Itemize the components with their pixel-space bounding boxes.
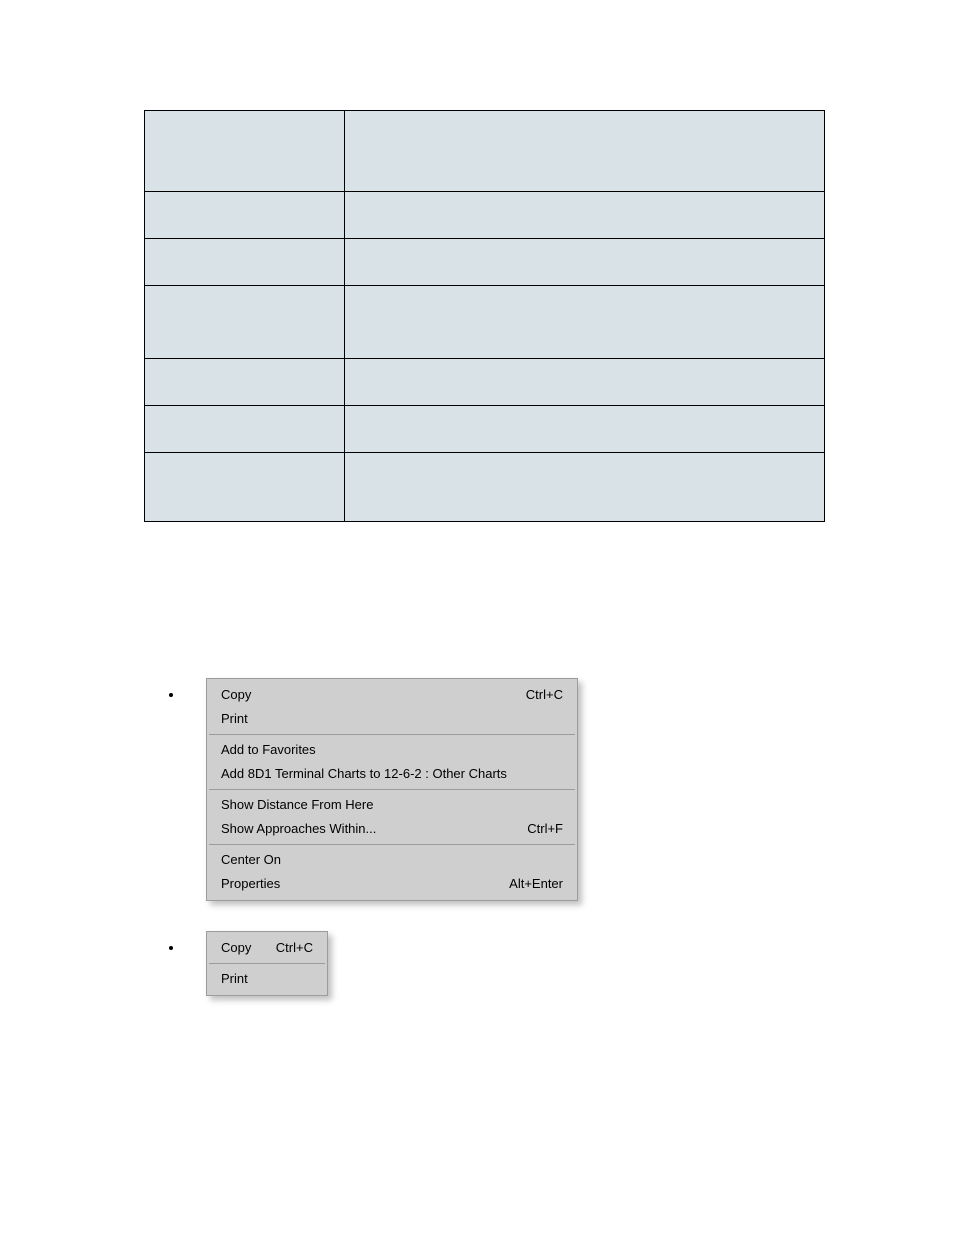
data-table xyxy=(144,110,825,522)
table-cell-left xyxy=(145,286,345,359)
table-row xyxy=(145,359,825,406)
menu-item-label: Copy xyxy=(221,686,251,704)
menu-item-label: Add 8D1 Terminal Charts to 12-6-2 : Othe… xyxy=(221,765,507,783)
table-row xyxy=(145,239,825,286)
table-row xyxy=(145,406,825,453)
menu-item-shortcut: Ctrl+C xyxy=(276,939,313,957)
menu-item-label: Center On xyxy=(221,851,281,869)
table-cell-right xyxy=(345,111,825,192)
menu-item-label: Show Approaches Within... xyxy=(221,820,376,838)
menu-item-label: Print xyxy=(221,970,248,988)
menu-item[interactable]: Copy Ctrl+C xyxy=(207,936,327,960)
data-table-body xyxy=(145,111,825,522)
table-cell-left xyxy=(145,453,345,522)
context-menu-large[interactable]: Copy Ctrl+C Print Add to Favorites Add 8D1 T… xyxy=(206,678,578,901)
menu-item-label: Properties xyxy=(221,875,280,893)
menu-item[interactable]: Show Distance From Here xyxy=(207,793,577,817)
menu-item[interactable]: Center On xyxy=(207,848,577,872)
menu-separator xyxy=(209,734,575,735)
table-cell-left xyxy=(145,111,345,192)
table-row xyxy=(145,286,825,359)
menu-item-label: Copy xyxy=(221,939,251,957)
menu-separator xyxy=(209,789,575,790)
table-cell-left xyxy=(145,359,345,406)
menu-separator xyxy=(209,844,575,845)
menu-item-shortcut: Ctrl+C xyxy=(526,686,563,704)
table-cell-right xyxy=(345,286,825,359)
menu-item-shortcut: Alt+Enter xyxy=(509,875,563,893)
menu-item-shortcut: Ctrl+F xyxy=(527,820,563,838)
table-row xyxy=(145,453,825,522)
table-cell-left xyxy=(145,192,345,239)
menu-separator xyxy=(209,963,325,964)
bullet-item-2: Copy Ctrl+C Print xyxy=(184,931,834,996)
table-row xyxy=(145,192,825,239)
table-cell-left xyxy=(145,239,345,286)
table-cell-right xyxy=(345,192,825,239)
menu-item-label: Print xyxy=(221,710,248,728)
table-cell-right xyxy=(345,406,825,453)
menu-item[interactable]: Print xyxy=(207,707,577,731)
bullet-item-1: Copy Ctrl+C Print Add to Favorites Add 8D1 T… xyxy=(184,678,834,901)
bullet-list: Copy Ctrl+C Print Add to Favorites Add 8D1 T… xyxy=(184,678,834,996)
menu-item[interactable]: Show Approaches Within... Ctrl+F xyxy=(207,817,577,841)
menu-item-label: Add to Favorites xyxy=(221,741,316,759)
table-cell-right xyxy=(345,359,825,406)
menu-item[interactable]: Add to Favorites xyxy=(207,738,577,762)
table-row xyxy=(145,111,825,192)
table-cell-right xyxy=(345,239,825,286)
page: Copy Ctrl+C Print Add to Favorites Add 8D1 T… xyxy=(0,0,954,1235)
table-cell-right xyxy=(345,453,825,522)
menu-item[interactable]: Properties Alt+Enter xyxy=(207,872,577,896)
table-cell-left xyxy=(145,406,345,453)
menu-item[interactable]: Add 8D1 Terminal Charts to 12-6-2 : Othe… xyxy=(207,762,577,786)
section-gap xyxy=(144,522,834,672)
context-menu-small[interactable]: Copy Ctrl+C Print xyxy=(206,931,328,996)
menu-item[interactable]: Print xyxy=(207,967,327,991)
menu-item-label: Show Distance From Here xyxy=(221,796,373,814)
menu-item[interactable]: Copy Ctrl+C xyxy=(207,683,577,707)
